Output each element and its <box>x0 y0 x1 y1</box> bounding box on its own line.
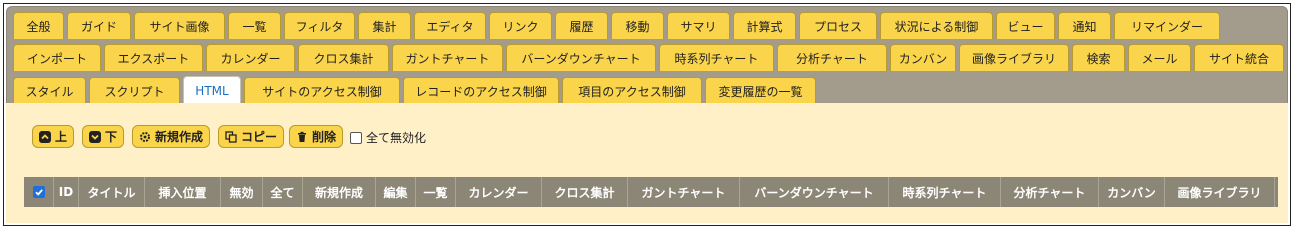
copy-icon <box>225 130 237 143</box>
circle-up-icon <box>39 130 51 143</box>
select-all-checkbox[interactable] <box>32 186 45 198</box>
column-header-new[interactable]: 新規作成 <box>303 177 376 207</box>
trash-icon <box>296 131 308 143</box>
column-header-disabled[interactable]: 無効 <box>221 177 263 207</box>
tab-move[interactable]: 移動 <box>611 12 664 39</box>
circle-down-icon <box>89 130 101 143</box>
disable-all-checkbox[interactable] <box>350 131 362 144</box>
column-header-gantt-chart[interactable]: ガントチャート <box>628 177 740 207</box>
tab-analysis-chart[interactable]: 分析チャート <box>777 44 887 71</box>
disable-all-label: 全て無効化 <box>366 131 427 145</box>
column-header-id[interactable]: ID <box>54 177 79 207</box>
move-down-button[interactable]: 下 <box>82 125 125 148</box>
tab-summary[interactable]: サマリ <box>667 12 730 39</box>
tab-link[interactable]: リンク <box>489 12 552 39</box>
tab-list[interactable]: 一覧 <box>228 12 281 39</box>
settings-tab-strip: 全般 ガイド サイト画像 一覧 フィルタ 集計 エディタ リンク 履歴 移動 サ… <box>6 6 1288 105</box>
tab-reminder[interactable]: リマインダー <box>1114 12 1220 39</box>
tab-site-integration[interactable]: サイト統合 <box>1194 44 1284 71</box>
tab-column-access-control[interactable]: 項目のアクセス制御 <box>562 77 702 104</box>
move-down-label: 下 <box>105 130 118 144</box>
column-header-burndown-chart[interactable]: バーンダウンチャート <box>740 177 889 207</box>
tab-formula[interactable]: 計算式 <box>733 12 796 39</box>
html-grid-header: ID タイトル 挿入位置 無効 全て 新規作成 編集 一覧 カレンダー クロス集… <box>24 177 1278 207</box>
tab-timeseries-chart[interactable]: 時系列チャート <box>659 44 774 71</box>
column-header-all[interactable]: 全て <box>263 177 303 207</box>
column-header-title[interactable]: タイトル <box>79 177 145 207</box>
tab-import[interactable]: インポート <box>13 44 101 71</box>
select-all-cell[interactable] <box>24 177 54 207</box>
column-header-crosstab[interactable]: クロス集計 <box>542 177 628 207</box>
tab-kanban[interactable]: カンバン <box>890 44 956 71</box>
tab-status-control[interactable]: 状況による制御 <box>880 12 993 39</box>
tab-view[interactable]: ビュー <box>996 12 1055 39</box>
tab-site-access-control[interactable]: サイトのアクセス制御 <box>244 77 400 104</box>
tab-process[interactable]: プロセス <box>799 12 877 39</box>
disable-all-option: 全て無効化 <box>350 129 426 146</box>
new-label: 新規作成 <box>155 130 204 144</box>
column-header-analysis-chart[interactable]: 分析チャート <box>1001 177 1099 207</box>
copy-label: コピー <box>241 130 278 144</box>
tab-style[interactable]: スタイル <box>13 77 86 104</box>
tab-change-history-list[interactable]: 変更履歴の一覧 <box>705 77 816 104</box>
tab-script[interactable]: スクリプト <box>89 77 180 104</box>
tab-burndown-chart[interactable]: バーンダウンチャート <box>506 44 656 71</box>
tab-mail[interactable]: メール <box>1128 44 1191 71</box>
move-up-label: 上 <box>55 130 68 144</box>
tab-record-access-control[interactable]: レコードのアクセス制御 <box>403 77 559 104</box>
column-header-kanban[interactable]: カンバン <box>1099 177 1165 207</box>
column-header-edit[interactable]: 編集 <box>376 177 416 207</box>
column-header-list[interactable]: 一覧 <box>416 177 456 207</box>
tab-crosstab[interactable]: クロス集計 <box>298 44 389 71</box>
html-settings-content: 上 下 新規作成 コピー 削除 全て無効化 ID タイトル 挿入位置 無効 全て… <box>6 103 1288 223</box>
tab-general[interactable]: 全般 <box>13 12 64 39</box>
column-header-image-library[interactable]: 画像ライブラリ <box>1165 177 1275 207</box>
column-header-timeseries-chart[interactable]: 時系列チャート <box>889 177 1001 207</box>
new-button[interactable]: 新規作成 <box>132 125 211 148</box>
tab-editor[interactable]: エディタ <box>414 12 486 39</box>
tab-site-image[interactable]: サイト画像 <box>134 12 225 39</box>
site-settings-panel: 全般 ガイド サイト画像 一覧 フィルタ 集計 エディタ リンク 履歴 移動 サ… <box>3 3 1291 226</box>
tab-history[interactable]: 履歴 <box>555 12 608 39</box>
delete-button[interactable]: 削除 <box>289 125 344 148</box>
tab-guide[interactable]: ガイド <box>67 12 131 39</box>
move-up-button[interactable]: 上 <box>32 125 75 148</box>
tab-calendar[interactable]: カレンダー <box>206 44 295 71</box>
tab-notification[interactable]: 通知 <box>1058 12 1111 39</box>
copy-button[interactable]: コピー <box>218 125 285 148</box>
tab-search[interactable]: 検索 <box>1072 44 1125 71</box>
gear-icon <box>139 131 151 143</box>
tab-html[interactable]: HTML <box>183 76 241 105</box>
tab-image-library[interactable]: 画像ライブラリ <box>959 44 1069 71</box>
delete-label: 削除 <box>312 130 337 144</box>
tab-gantt-chart[interactable]: ガントチャート <box>392 44 503 71</box>
column-header-insert-position[interactable]: 挿入位置 <box>145 177 221 207</box>
tab-aggregation[interactable]: 集計 <box>358 12 411 39</box>
tab-export[interactable]: エクスポート <box>104 44 203 71</box>
tab-filter[interactable]: フィルタ <box>284 12 355 39</box>
column-header-calendar[interactable]: カレンダー <box>456 177 542 207</box>
